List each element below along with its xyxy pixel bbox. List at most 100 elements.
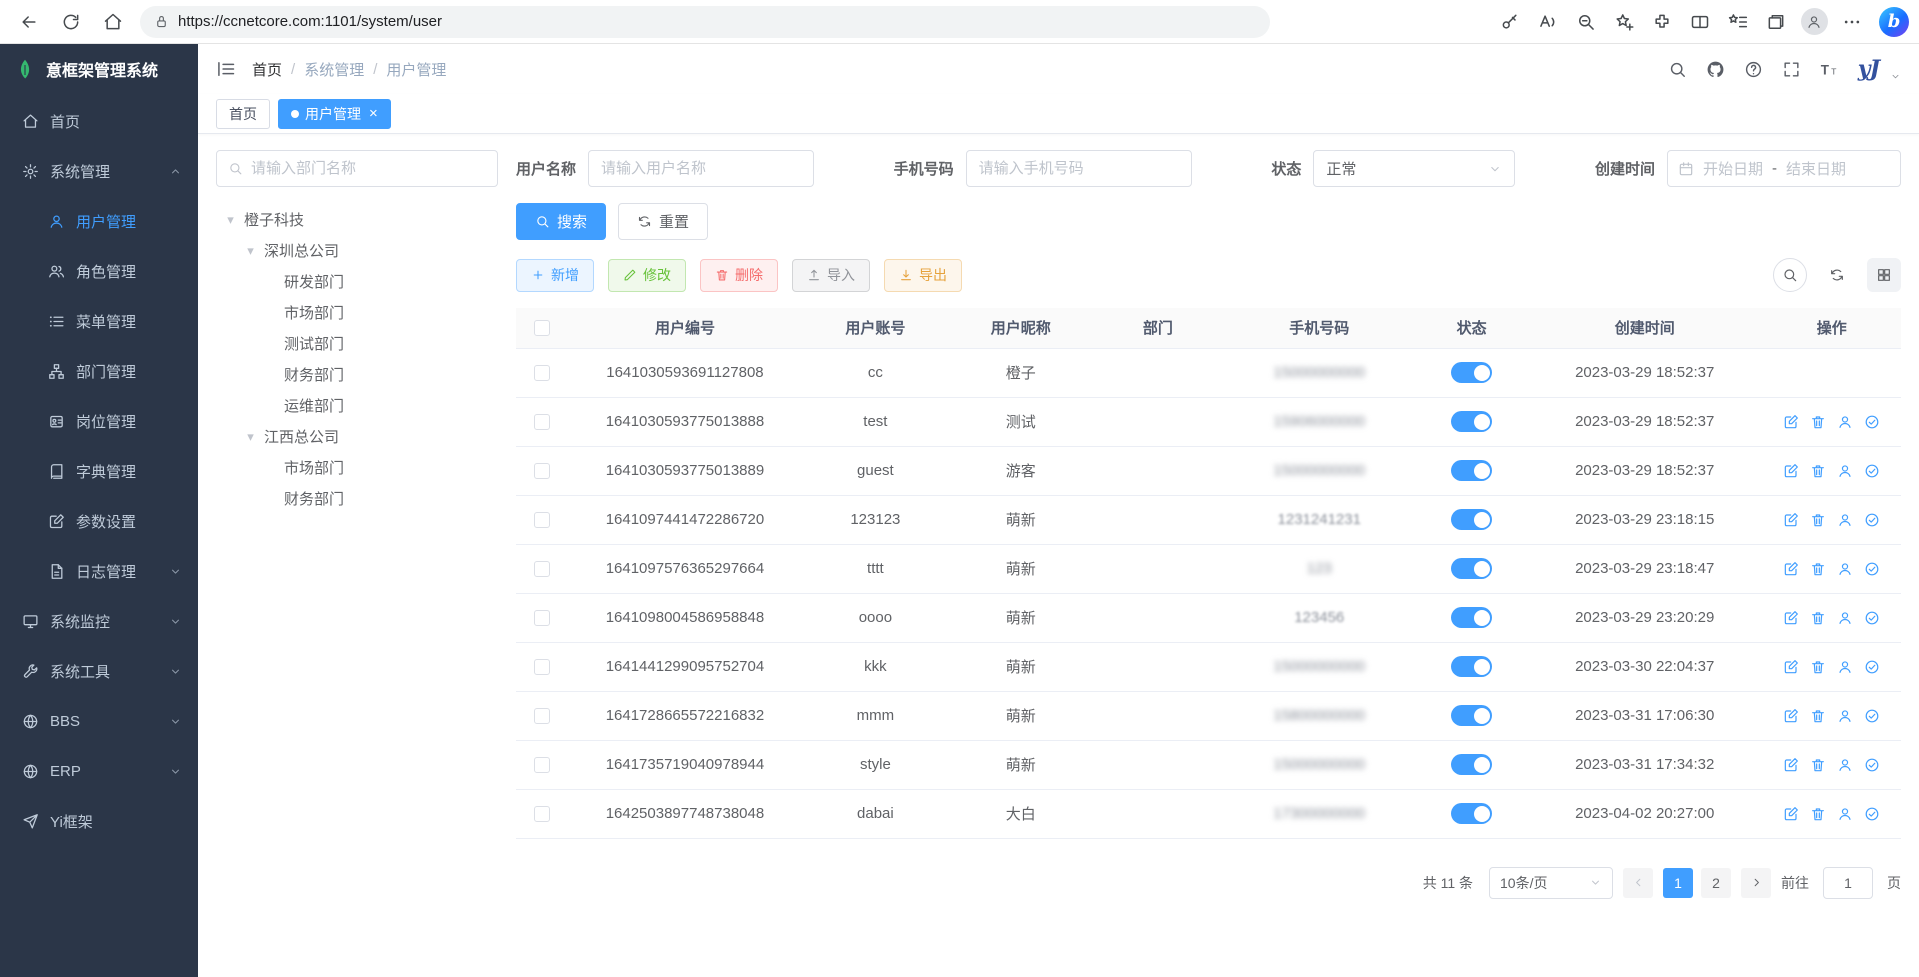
- tree-node[interactable]: ▾运维部门: [216, 390, 498, 421]
- tab-item[interactable]: 首页: [216, 99, 270, 129]
- row-checkbox[interactable]: [534, 659, 550, 675]
- username-input[interactable]: [588, 150, 814, 187]
- page-button[interactable]: 1: [1663, 868, 1693, 898]
- tree-node[interactable]: ▾财务部门: [216, 483, 498, 514]
- sidebar-item[interactable]: 系统监控: [0, 596, 198, 646]
- status-toggle[interactable]: [1451, 460, 1492, 481]
- split-screen-icon[interactable]: [1681, 5, 1719, 39]
- edit-square-icon[interactable]: [1783, 659, 1799, 675]
- sidebar-item[interactable]: 系统管理: [0, 146, 198, 196]
- check-circle-icon[interactable]: [1864, 659, 1880, 675]
- search-button[interactable]: 搜索: [516, 203, 606, 240]
- next-page-button[interactable]: [1741, 868, 1771, 898]
- status-toggle[interactable]: [1451, 362, 1492, 383]
- breadcrumb-item[interactable]: 首页: [252, 59, 282, 80]
- row-checkbox[interactable]: [534, 561, 550, 577]
- back-icon[interactable]: [10, 5, 48, 39]
- tree-node[interactable]: ▾市场部门: [216, 452, 498, 483]
- tree-node[interactable]: ▾江西总公司: [216, 421, 498, 452]
- trash-icon[interactable]: [1810, 414, 1826, 430]
- page-size-select[interactable]: 10条/页: [1489, 867, 1613, 899]
- status-toggle[interactable]: [1451, 656, 1492, 677]
- bing-chat-icon[interactable]: b: [1879, 7, 1909, 37]
- row-checkbox[interactable]: [534, 610, 550, 626]
- sidebar-item[interactable]: 用户管理: [0, 196, 198, 246]
- fullscreen-icon[interactable]: [1782, 60, 1801, 79]
- edit-square-icon[interactable]: [1783, 610, 1799, 626]
- trash-icon[interactable]: [1810, 659, 1826, 675]
- sidebar-item[interactable]: 首页: [0, 96, 198, 146]
- row-checkbox[interactable]: [534, 806, 550, 822]
- trash-icon[interactable]: [1810, 610, 1826, 626]
- select-all-checkbox[interactable]: [534, 320, 550, 336]
- check-circle-icon[interactable]: [1864, 561, 1880, 577]
- grid-icon[interactable]: [1867, 258, 1901, 292]
- trash-icon[interactable]: [1810, 561, 1826, 577]
- sidebar-item[interactable]: BBS: [0, 696, 198, 746]
- tree-node[interactable]: ▾橙子科技: [216, 204, 498, 235]
- delete-button[interactable]: 删除: [700, 259, 778, 292]
- menu-fold-icon[interactable]: [216, 59, 236, 79]
- edit-square-icon[interactable]: [1783, 414, 1799, 430]
- trash-icon[interactable]: [1810, 757, 1826, 773]
- read-aloud-icon[interactable]: [1529, 5, 1567, 39]
- user-key-icon[interactable]: [1837, 610, 1853, 626]
- edit-square-icon[interactable]: [1783, 708, 1799, 724]
- trash-icon[interactable]: [1810, 806, 1826, 822]
- row-checkbox[interactable]: [534, 365, 550, 381]
- row-checkbox[interactable]: [534, 757, 550, 773]
- export-button[interactable]: 导出: [884, 259, 962, 292]
- trash-icon[interactable]: [1810, 463, 1826, 479]
- tab-item[interactable]: 用户管理×: [278, 99, 391, 129]
- check-circle-icon[interactable]: [1864, 806, 1880, 822]
- user-key-icon[interactable]: [1837, 561, 1853, 577]
- more-icon[interactable]: [1833, 5, 1871, 39]
- date-range-picker[interactable]: 开始日期 - 结束日期: [1667, 150, 1901, 187]
- status-toggle[interactable]: [1451, 558, 1492, 579]
- home-icon[interactable]: [94, 5, 132, 39]
- check-circle-icon[interactable]: [1864, 757, 1880, 773]
- prev-page-button[interactable]: [1623, 868, 1653, 898]
- check-circle-icon[interactable]: [1864, 414, 1880, 430]
- sidebar-item[interactable]: 日志管理: [0, 546, 198, 596]
- sidebar-item[interactable]: 字典管理: [0, 446, 198, 496]
- breadcrumb-item[interactable]: 用户管理: [386, 59, 446, 80]
- row-checkbox[interactable]: [534, 414, 550, 430]
- sidebar-item[interactable]: 菜单管理: [0, 296, 198, 346]
- trash-icon[interactable]: [1810, 708, 1826, 724]
- edit-square-icon[interactable]: [1783, 806, 1799, 822]
- tree-node[interactable]: ▾深圳总公司: [216, 235, 498, 266]
- edit-square-icon[interactable]: [1783, 561, 1799, 577]
- sidebar-item[interactable]: 岗位管理: [0, 396, 198, 446]
- sidebar-item[interactable]: ERP: [0, 746, 198, 796]
- row-checkbox[interactable]: [534, 708, 550, 724]
- dept-search-input[interactable]: [251, 160, 486, 177]
- user-key-icon[interactable]: [1837, 512, 1853, 528]
- refresh-icon[interactable]: [1820, 258, 1854, 292]
- favorites-icon[interactable]: [1719, 5, 1757, 39]
- import-button[interactable]: 导入: [792, 259, 870, 292]
- user-key-icon[interactable]: [1837, 806, 1853, 822]
- check-circle-icon[interactable]: [1864, 512, 1880, 528]
- collections-icon[interactable]: [1757, 5, 1795, 39]
- status-toggle[interactable]: [1451, 754, 1492, 775]
- font-size-icon[interactable]: TT: [1820, 60, 1839, 79]
- status-toggle[interactable]: [1451, 411, 1492, 432]
- avatar[interactable]: yJ: [1858, 56, 1879, 82]
- page-button[interactable]: 2: [1701, 868, 1731, 898]
- goto-page-input[interactable]: [1823, 867, 1873, 899]
- add-favorite-icon[interactable]: [1605, 5, 1643, 39]
- edit-square-icon[interactable]: [1783, 757, 1799, 773]
- key-icon[interactable]: [1491, 5, 1529, 39]
- tree-node[interactable]: ▾财务部门: [216, 359, 498, 390]
- phone-input[interactable]: [966, 150, 1192, 187]
- tab-close-icon[interactable]: ×: [369, 106, 378, 121]
- status-toggle[interactable]: [1451, 803, 1492, 824]
- status-toggle[interactable]: [1451, 705, 1492, 726]
- sidebar-item[interactable]: 参数设置: [0, 496, 198, 546]
- help-icon[interactable]: [1744, 60, 1763, 79]
- user-key-icon[interactable]: [1837, 708, 1853, 724]
- user-key-icon[interactable]: [1837, 463, 1853, 479]
- check-circle-icon[interactable]: [1864, 708, 1880, 724]
- tree-node[interactable]: ▾测试部门: [216, 328, 498, 359]
